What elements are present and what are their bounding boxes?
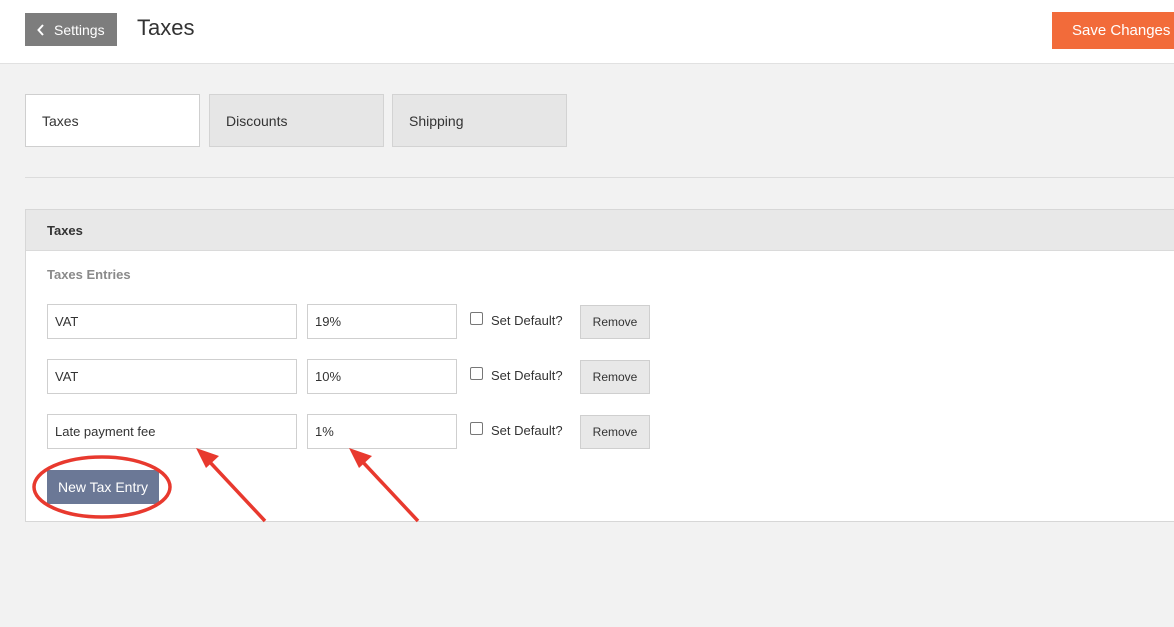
page-title: Taxes — [137, 15, 195, 40]
set-default-label: Set Default? — [491, 423, 563, 438]
remove-button[interactable]: Remove — [580, 415, 650, 449]
new-tax-entry-button[interactable]: New Tax Entry — [47, 470, 159, 504]
back-button-label: Settings — [54, 21, 105, 38]
tax-rate-input[interactable]: 1% — [307, 414, 457, 449]
tax-rate-input[interactable]: 10% — [307, 359, 457, 394]
tax-name-input[interactable]: VAT — [47, 359, 297, 394]
remove-button[interactable]: Remove — [580, 360, 650, 394]
tab-discounts[interactable]: Discounts — [209, 94, 384, 147]
remove-button[interactable]: Remove — [580, 305, 650, 339]
tax-rate-input[interactable]: 19% — [307, 304, 457, 339]
tab-taxes[interactable]: Taxes — [25, 94, 200, 147]
tab-shipping[interactable]: Shipping — [392, 94, 567, 147]
set-default-checkbox[interactable] — [470, 312, 483, 325]
tax-name-input[interactable]: Late payment fee — [47, 414, 297, 449]
tax-name-input[interactable]: VAT — [47, 304, 297, 339]
panel-title: Taxes — [26, 210, 1174, 251]
set-default-checkbox[interactable] — [470, 367, 483, 380]
section-divider — [25, 177, 1174, 178]
chevron-left-icon — [37, 23, 45, 36]
section-label: Taxes Entries — [47, 267, 131, 282]
set-default-label: Set Default? — [491, 368, 563, 383]
set-default-checkbox[interactable] — [470, 422, 483, 435]
taxes-panel: Taxes Taxes Entries VAT 19% Set Default?… — [25, 209, 1174, 522]
top-bar: Settings Taxes Save Changes — [0, 0, 1174, 64]
set-default-label: Set Default? — [491, 313, 563, 328]
save-changes-button[interactable]: Save Changes — [1052, 12, 1174, 49]
back-to-settings-button[interactable]: Settings — [25, 13, 117, 46]
